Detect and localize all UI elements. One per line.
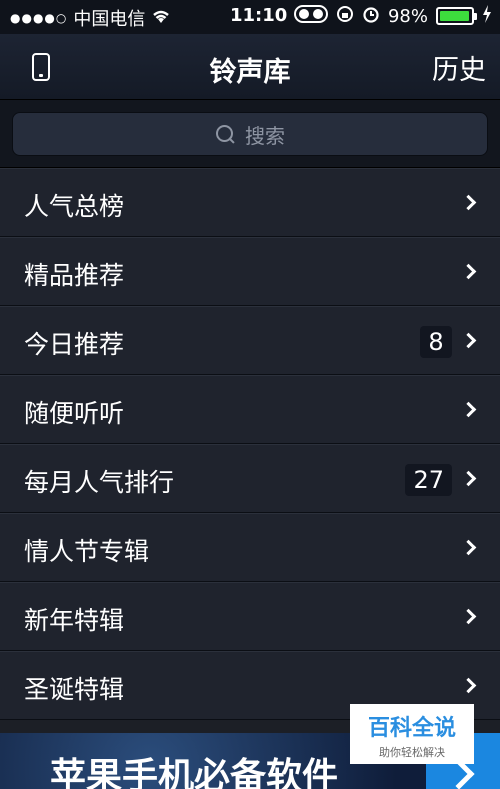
rotation-lock-icon	[336, 5, 354, 27]
status-time: 11:10	[230, 5, 288, 26]
charging-icon	[482, 5, 492, 27]
list-item-label: 新年特辑	[24, 606, 125, 635]
chevron-right-icon	[460, 263, 477, 280]
list-item-label: 情人节专辑	[24, 537, 150, 566]
alarm-icon	[362, 5, 380, 27]
carrier-label: 中国电信	[73, 9, 146, 30]
list-item-label: 随便听听	[24, 399, 125, 428]
list-item-label: 圣诞特辑	[24, 675, 125, 704]
battery-icon	[436, 7, 477, 25]
headset-status-icon	[293, 5, 328, 27]
list-item-label: 人气总榜	[24, 192, 125, 221]
wifi-icon	[151, 8, 171, 28]
page-title: 铃声库	[209, 57, 291, 88]
status-left: ●●●●○ 中国电信	[10, 5, 171, 31]
status-right: 98%	[293, 5, 492, 27]
list-item[interactable]: 精品推荐	[0, 237, 500, 306]
chevron-right-icon	[460, 539, 477, 556]
list-item[interactable]: 随便听听	[0, 375, 500, 444]
nav-bar: 铃声库 历史	[0, 34, 500, 100]
chevron-right-icon	[460, 194, 477, 211]
count-badge: 27	[405, 464, 452, 496]
watermark-title: 百科全说	[367, 716, 456, 741]
chevron-right-icon	[460, 332, 477, 349]
search-placeholder: 搜索	[245, 123, 285, 148]
chevron-right-icon	[460, 608, 477, 625]
search-input[interactable]: 搜索	[12, 112, 488, 156]
watermark-logo: 百科全说 助你轻松解决	[350, 704, 474, 764]
count-badge: 8	[420, 326, 452, 358]
history-button[interactable]: 历史	[432, 48, 486, 87]
list-item-label: 每月人气排行	[24, 468, 175, 497]
status-bar: ●●●●○ 中国电信 11:10 98%	[0, 0, 500, 34]
signal-strength-icon: ●●●●○	[10, 11, 68, 25]
list-item-label: 精品推荐	[24, 261, 125, 290]
category-list: 人气总榜 精品推荐 今日推荐 8 随便听听 每月人气排行 27 情人节专辑 新年…	[0, 168, 500, 720]
search-icon	[215, 124, 235, 144]
battery-level	[440, 11, 470, 21]
watermark-subtitle: 助你轻松解决	[379, 746, 445, 759]
battery-percent: 98%	[387, 5, 428, 27]
list-item[interactable]: 今日推荐 8	[0, 306, 500, 375]
list-item[interactable]: 每月人气排行 27	[0, 444, 500, 513]
chevron-right-icon	[460, 401, 477, 418]
chevron-right-icon	[460, 470, 477, 487]
banner-text: 苹果手机必备软件	[50, 756, 339, 789]
chevron-right-icon	[460, 677, 477, 694]
list-item-label: 今日推荐	[24, 330, 125, 359]
search-bar: 搜索	[0, 100, 500, 168]
list-item[interactable]: 人气总榜	[0, 168, 500, 237]
list-item[interactable]: 情人节专辑	[0, 513, 500, 582]
list-item[interactable]: 新年特辑	[0, 582, 500, 651]
